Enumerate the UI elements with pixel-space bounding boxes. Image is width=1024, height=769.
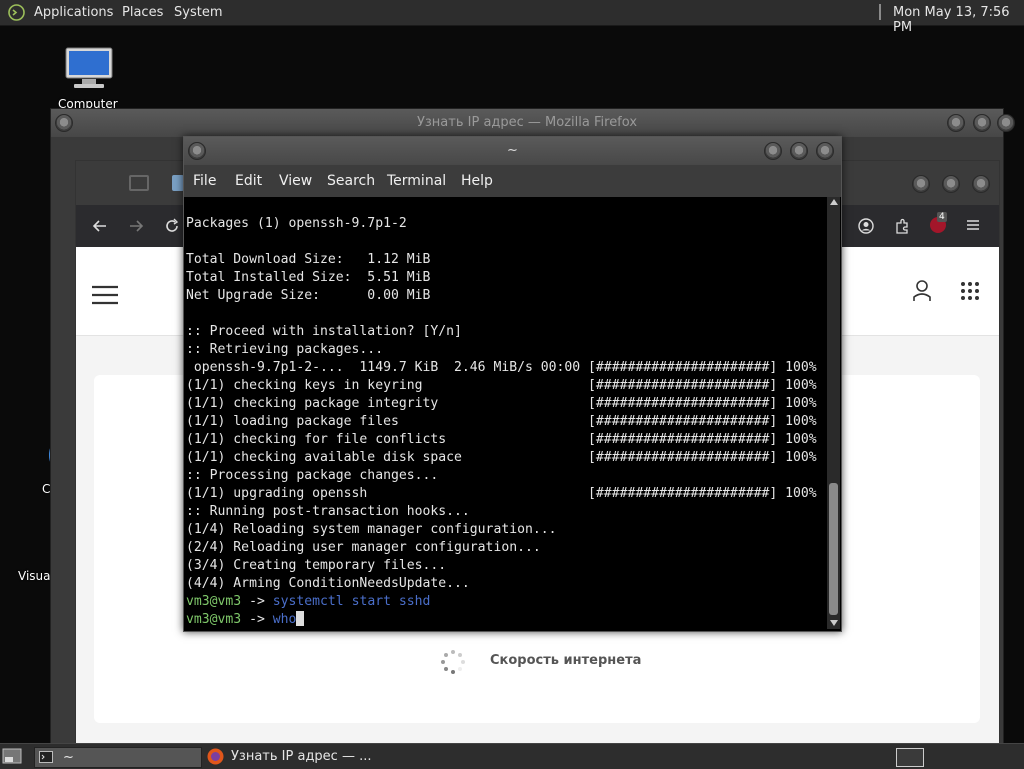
menu-edit[interactable]: Edit	[235, 173, 262, 189]
prompt-command: who	[272, 612, 297, 627]
menu-applications[interactable]: Applications	[34, 5, 113, 20]
terminal-line: (1/4) Reloading system manager configura…	[186, 522, 557, 537]
prompt-line: vm3@vm3 -> systemctl start sshd	[186, 593, 826, 611]
taskbar-item-terminal[interactable]: ~	[34, 747, 202, 768]
terminal-line: (2/4) Reloading user manager configurati…	[186, 540, 541, 555]
menu-help[interactable]: Help	[461, 173, 493, 189]
terminal-output[interactable]: Packages (1) openssh-9.7p1-2 Total Downl…	[186, 197, 826, 629]
terminal-line: Total Installed Size: 5.51 MiB	[186, 270, 431, 285]
terminal-menubar: File Edit View Search Terminal Help	[184, 165, 841, 197]
workspace-switcher[interactable]	[896, 748, 924, 767]
prompt-arrow: ->	[241, 594, 273, 609]
close-button[interactable]	[972, 175, 990, 193]
window-menu-button[interactable]	[188, 142, 206, 160]
menu-view[interactable]: View	[279, 173, 312, 189]
taskbar-item-label: ~	[63, 750, 74, 765]
clock[interactable]: Mon May 13, 7:56 PM	[893, 5, 1024, 35]
menu-system[interactable]: System	[174, 5, 222, 20]
menu-places[interactable]: Places	[122, 5, 163, 20]
taskbar-item-label: Узнать IP адрес — ...	[231, 749, 372, 764]
user-icon[interactable]	[912, 280, 932, 302]
terminal-line: (1/1) upgrading openssh [###############…	[186, 486, 817, 501]
bottom-panel: ~ Узнать IP адрес — ...	[0, 743, 1024, 769]
prompt-command: systemctl start sshd	[272, 594, 431, 609]
apps-grid-icon[interactable]	[960, 281, 980, 301]
back-icon[interactable]	[92, 218, 108, 234]
terminal-line: :: Processing package changes...	[186, 468, 439, 483]
account-icon[interactable]	[858, 218, 874, 234]
terminal-line: (1/1) loading package files [###########…	[186, 414, 817, 429]
maximize-button[interactable]	[790, 142, 808, 160]
terminal-line: :: Proceed with installation? [Y/n]	[186, 324, 462, 339]
terminal-line: (1/1) checking keys in keyring [########…	[186, 378, 817, 393]
minimize-button[interactable]	[947, 114, 965, 132]
terminal-line: :: Running post-transaction hooks...	[186, 504, 470, 519]
taskbar-item-firefox[interactable]: Узнать IP адрес — ...	[204, 747, 374, 766]
app-menu-icon[interactable]	[966, 219, 980, 231]
terminal-line: Total Download Size: 1.12 MiB	[186, 252, 431, 267]
menu-terminal[interactable]: Terminal	[387, 173, 446, 189]
prompt-line: vm3@vm3 -> who	[186, 611, 826, 629]
maximize-button[interactable]	[973, 114, 991, 132]
forward-icon[interactable]	[128, 218, 144, 234]
scrollbar-thumb[interactable]	[829, 483, 838, 615]
top-panel: Applications Places System Mon May 13, 7…	[0, 0, 1024, 35]
extensions-icon[interactable]	[894, 218, 910, 234]
terminal-line: :: Retrieving packages...	[186, 342, 384, 357]
terminal-line: (1/1) checking available disk space [###…	[186, 450, 817, 465]
minimize-button[interactable]	[764, 142, 782, 160]
prompt-user: vm3@vm3	[186, 612, 242, 627]
terminal-line: Packages (1) openssh-9.7p1-2	[186, 216, 407, 231]
speed-label: Скорость интернета	[490, 653, 642, 668]
maximize-button[interactable]	[942, 175, 960, 193]
extension-badge: 4	[937, 212, 947, 222]
terminal-line: (1/1) checking for file conflicts [#####…	[186, 432, 817, 447]
terminal-line: openssh-9.7p1-2-... 1149.7 KiB 2.46 MiB/…	[186, 360, 817, 375]
terminal-line: (4/4) Arming ConditionNeedsUpdate...	[186, 576, 470, 591]
terminal-icon	[39, 751, 53, 763]
prompt-arrow: ->	[241, 612, 273, 627]
window-title: Узнать IP адрес — Mozilla Firefox	[51, 109, 1003, 137]
terminal-window: ~ File Edit View Search Terminal Help Pa…	[183, 136, 842, 632]
terminal-cursor	[296, 611, 305, 626]
show-desktop-icon[interactable]	[2, 748, 22, 764]
reload-icon[interactable]	[164, 218, 180, 234]
desktop-icon-computer[interactable]: Computer	[58, 44, 120, 114]
close-button[interactable]	[816, 142, 834, 160]
window-menu-button[interactable]	[55, 114, 73, 132]
minimize-button[interactable]	[912, 175, 930, 193]
distro-logo-icon[interactable]	[8, 4, 25, 21]
scroll-up-icon[interactable]	[830, 199, 838, 205]
tab-overview-icon[interactable]	[129, 175, 149, 191]
menu-file[interactable]: File	[193, 173, 216, 189]
firefox-icon	[207, 748, 224, 765]
computer-icon	[65, 47, 113, 88]
hamburger-menu-icon[interactable]	[92, 285, 118, 305]
close-button[interactable]	[997, 114, 1015, 132]
terminal-title: ~	[184, 137, 841, 165]
prompt-user: vm3@vm3	[186, 594, 242, 609]
terminal-line: (1/1) checking package integrity [######…	[186, 396, 817, 411]
terminal-line: Net Upgrade Size: 0.00 MiB	[186, 288, 431, 303]
terminal-line: (3/4) Creating temporary files...	[186, 558, 447, 573]
panel-separator	[879, 4, 881, 20]
menu-search[interactable]: Search	[327, 173, 375, 189]
loading-spinner-icon	[441, 650, 465, 674]
scroll-down-icon[interactable]	[830, 620, 838, 626]
